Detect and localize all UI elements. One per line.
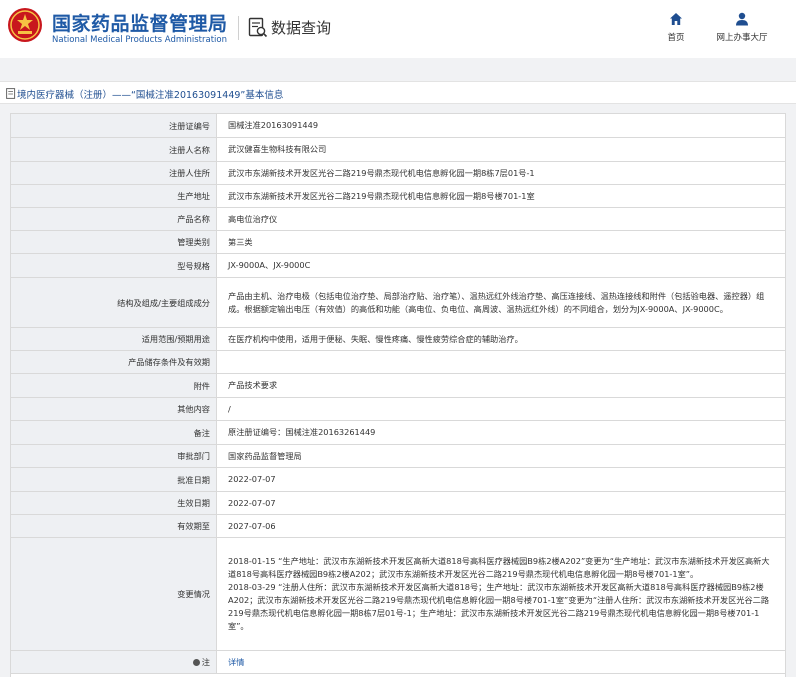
home-icon (670, 13, 682, 25)
row-value: 产品由主机、治疗电极（包括电位治疗垫、局部治疗贴、治疗笔）、温热远红外线治疗垫、… (217, 278, 785, 327)
brand-name-en[interactable]: National Medical Products Administration (52, 35, 227, 45)
table-row: 注 详情 (11, 651, 785, 674)
row-value: 2022-07-07 (217, 468, 785, 491)
nav-online-hall-label: 网上办事大厅 (716, 33, 768, 43)
row-label: 结构及组成/主要组成成分 (11, 278, 217, 327)
row-label: 批准日期 (11, 468, 217, 491)
row-value-text: 2022-07-07 (228, 497, 276, 508)
row-value: 武汉市东湖新技术开发区光谷二路219号鼎杰现代机电信息孵化园一期8栋7层01号-… (217, 162, 785, 184)
table-row: 注册人名称 武汉健喜生物科技有限公司 (11, 138, 785, 162)
note-icon (192, 658, 200, 666)
nav-home-label: 首页 (667, 33, 685, 43)
row-label: 产品名称 (11, 208, 217, 230)
row-value-text: 2027-07-06 (228, 520, 276, 531)
row-value-text: 2022-07-07 (228, 474, 276, 484)
data-query-icon (248, 17, 268, 38)
table-row: 产品名称 高电位治疗仪 (11, 208, 785, 231)
table-row: 生产地址 武汉市东湖新技术开发区光谷二路219号鼎杰现代机电信息孵化园一期8号楼… (11, 185, 785, 208)
header-divider (238, 16, 239, 40)
row-value-text: 武汉市东湖新技术开发区光谷二路219号鼎杰现代机电信息孵化园一期8号楼701-1… (228, 190, 535, 201)
document-icon (6, 88, 16, 99)
row-label: 生效日期 (11, 492, 217, 514)
table-row: 变更情况 2018-01-15 “生产地址：武汉市东湖新技术开发区高新大道818… (11, 538, 785, 651)
details-link[interactable]: 详情 (228, 656, 244, 669)
row-value-text: / (228, 403, 231, 414)
row-label: 管理类别 (11, 231, 217, 253)
row-value: 国械注准20163091449 (217, 114, 785, 137)
row-value (217, 351, 785, 373)
row-label: 注册证编号 (11, 114, 217, 137)
user-icon (736, 12, 748, 26)
row-label: 注 (11, 651, 217, 673)
row-value-text: JX-9000A、JX-9000C (228, 260, 311, 270)
table-row: 型号规格 JX-9000A、JX-9000C (11, 254, 785, 278)
row-label: 生产地址 (11, 185, 217, 207)
detail-title-bar: 境内医疗器械（注册）——“国械注准20163091449”基本信息 (0, 81, 796, 104)
row-value: 在医疗机构中使用，适用于便秘、失眠、慢性疼痛、慢性疲劳综合症的辅助治疗。 (217, 328, 785, 350)
row-label: 变更情况 (11, 538, 217, 650)
national-emblem-icon[interactable] (7, 7, 43, 43)
row-value-text: 国家药品监督管理局 (228, 450, 302, 461)
row-value-text: 产品由主机、治疗电极（包括电位治疗垫、局部治疗贴、治疗笔）、温热远红外线治疗垫、… (228, 290, 765, 314)
row-value-text: 第三类 (228, 236, 253, 247)
table-row: 审批部门 国家药品监督管理局 (11, 445, 785, 468)
table-row: 注册人住所 武汉市东湖新技术开发区光谷二路219号鼎杰现代机电信息孵化园一期8栋… (11, 162, 785, 185)
row-value: 2022-07-07 (217, 492, 785, 514)
row-label: 产品储存条件及有效期 (11, 351, 217, 373)
brand-name-cn[interactable]: 国家药品监督管理局 (52, 9, 228, 36)
row-label: 适用范围/预期用途 (11, 328, 217, 350)
table-row: 注册证编号 国械注准20163091449 (11, 114, 785, 138)
row-value-text: 在医疗机构中使用，适用于便秘、失眠、慢性疼痛、慢性疲劳综合症的辅助治疗。 (228, 333, 523, 344)
row-value: JX-9000A、JX-9000C (217, 254, 785, 277)
row-label: 型号规格 (11, 254, 217, 277)
row-value-text: 武汉健喜生物科技有限公司 (228, 144, 327, 154)
row-value: 原注册证编号：国械注准20163261449 (217, 421, 785, 444)
nav-home[interactable]: 首页 (662, 12, 690, 43)
row-value: 2018-01-15 “生产地址：武汉市东湖新技术开发区高新大道818号高科医疗… (217, 538, 785, 650)
table-row: 适用范围/预期用途 在医疗机构中使用，适用于便秘、失眠、慢性疼痛、慢性疲劳综合症… (11, 328, 785, 351)
nav-online-hall[interactable]: 网上办事大厅 (707, 12, 777, 43)
row-value: 国家药品监督管理局 (217, 445, 785, 467)
row-label: 附件 (11, 374, 217, 397)
table-row: 有效期至 2027-07-06 (11, 515, 785, 538)
row-value-text: 产品技术要求 (228, 380, 278, 390)
change-history-text: 2018-01-15 “生产地址：武汉市东湖新技术开发区高新大道818号高科医疗… (228, 556, 770, 631)
table-row: 管理类别 第三类 (11, 231, 785, 254)
row-label: 备注 (11, 421, 217, 444)
row-value-text: 武汉市东湖新技术开发区光谷二路219号鼎杰现代机电信息孵化园一期8栋7层01号-… (228, 167, 535, 178)
row-value-text: 国械注准20163091449 (228, 120, 319, 130)
table-row: 附件 产品技术要求 (11, 374, 785, 398)
row-label-text: 注 (201, 657, 210, 667)
row-value: 武汉健喜生物科技有限公司 (217, 138, 785, 161)
row-value: 武汉市东湖新技术开发区光谷二路219号鼎杰现代机电信息孵化园一期8号楼701-1… (217, 185, 785, 207)
row-label: 审批部门 (11, 445, 217, 467)
table-row: 结构及组成/主要组成成分 产品由主机、治疗电极（包括电位治疗垫、局部治疗贴、治疗… (11, 278, 785, 328)
table-row: 其他内容 / (11, 398, 785, 421)
row-value-text: 原注册证编号：国械注准20163261449 (228, 427, 376, 437)
row-label: 注册人住所 (11, 162, 217, 184)
detail-title: 境内医疗器械（注册）——“国械注准20163091449”基本信息 (17, 90, 284, 101)
row-value-text: 高电位治疗仪 (228, 213, 278, 224)
row-label: 注册人名称 (11, 138, 217, 161)
table-row: 产品储存条件及有效期 (11, 351, 785, 374)
row-label: 有效期至 (11, 515, 217, 537)
table-row: 批准日期 2022-07-07 (11, 468, 785, 492)
row-value: 第三类 (217, 231, 785, 253)
page-section-title: 数据查询 (271, 19, 332, 37)
row-value: / (217, 398, 785, 420)
row-value: 2027-07-06 (217, 515, 785, 537)
detail-table: 注册证编号 国械注准20163091449 注册人名称 武汉健喜生物科技有限公司… (10, 113, 786, 677)
row-value: 详情 (217, 651, 785, 673)
table-row: 生效日期 2022-07-07 (11, 492, 785, 515)
row-label: 其他内容 (11, 398, 217, 420)
table-row: 备注 原注册证编号：国械注准20163261449 (11, 421, 785, 445)
site-header: 国家药品监督管理局 National Medical Products Admi… (0, 0, 796, 58)
row-value: 产品技术要求 (217, 374, 785, 397)
row-value: 高电位治疗仪 (217, 208, 785, 230)
